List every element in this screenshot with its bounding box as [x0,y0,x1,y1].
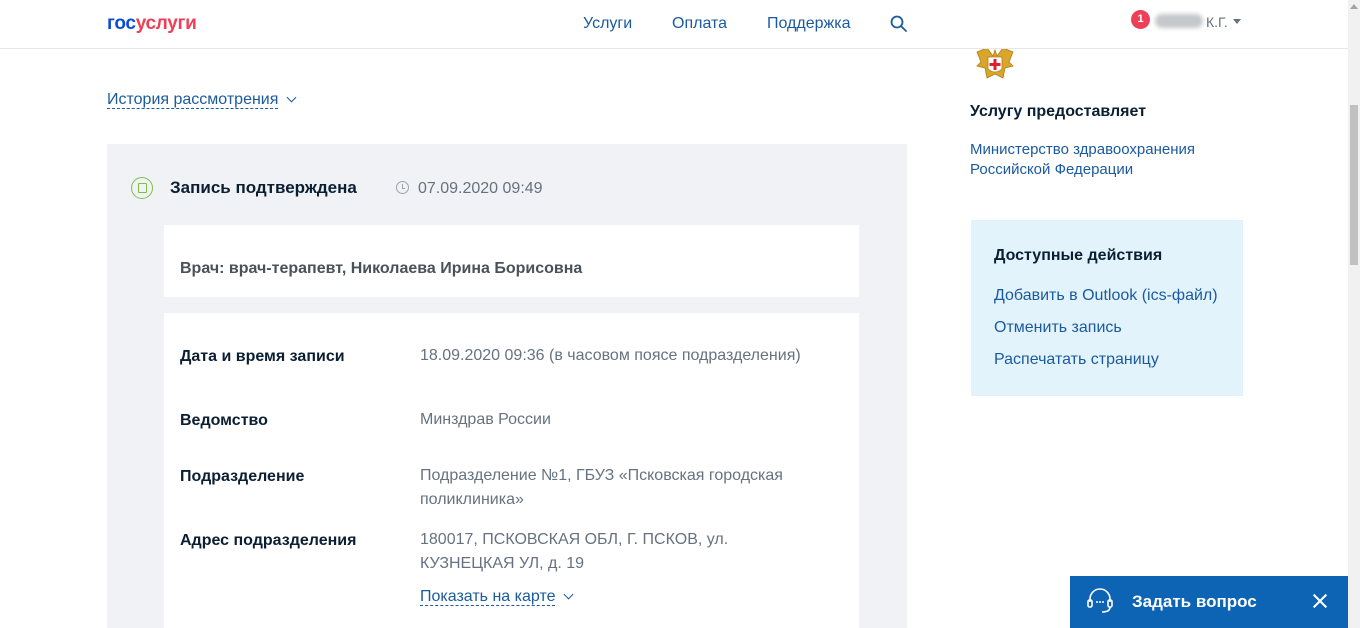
clock-icon [396,181,409,194]
provider-heading: Услугу предоставляет [970,103,1147,120]
detail-value-department: Минздрав России [420,411,551,428]
nav-support[interactable]: Поддержка [767,15,850,33]
site-header: госуслуги Услуги Оплата Поддержка 1 К.Г. [0,0,1348,49]
coat-of-arms-icon [976,47,1014,79]
print-page-link[interactable]: Распечатать страницу [994,351,1159,369]
user-initials[interactable]: К.Г. [1206,14,1228,30]
chevron-down-icon[interactable] [563,589,574,600]
detail-label-subdivision: Подразделение [180,468,305,485]
flag-circle-icon [131,177,153,199]
chevron-down-icon[interactable] [286,92,297,103]
details-card: Дата и время записи 18.09.2020 09:36 (в … [164,313,859,628]
actions-heading: Доступные действия [994,247,1163,264]
doctor-info: Врач: врач-терапевт, Николаева Ирина Бор… [180,260,583,277]
support-headset-icon [1087,588,1113,613]
page-scrollbar[interactable] [1348,0,1360,628]
provider-ministry-link[interactable]: Министерство здравоохранения Российской … [970,140,1230,180]
notification-badge[interactable]: 1 [1131,10,1150,29]
status-title: Запись подтверждена [170,178,357,197]
scroll-thumb[interactable] [1350,105,1358,265]
user-name-blurred [1155,14,1203,28]
detail-label-datetime: Дата и время записи [180,348,345,365]
nav-payment[interactable]: Оплата [672,15,727,33]
available-actions-box: Доступные действия Добавить в Outlook (i… [971,220,1243,396]
nav-services[interactable]: Услуги [583,15,632,33]
add-to-outlook-link[interactable]: Добавить в Outlook (ics-файл) [994,287,1218,305]
detail-label-department: Ведомство [180,412,268,429]
status-datetime: 07.09.2020 09:49 [418,180,543,197]
detail-label-address: Адрес подразделения [180,532,357,549]
logo-part-gos: гос [107,13,136,34]
detail-value-datetime: 18.09.2020 09:36 (в часовом поясе подраз… [420,347,801,364]
detail-value-subdivision: Подразделение №1, ГБУЗ «Псковская городс… [420,467,783,508]
doctor-card: Врач: врач-терапевт, Николаева Ирина Бор… [164,225,859,297]
detail-value-address: 180017, ПСКОВСКАЯ ОБЛ, Г. ПСКОВ, ул. КУЗ… [420,531,729,572]
ask-question-widget[interactable]: Задать вопрос [1070,576,1348,628]
gosuslugi-logo[interactable]: госуслуги [107,13,197,35]
show-on-map-link[interactable]: Показать на карте [420,588,556,606]
chevron-down-icon[interactable] [1233,19,1241,24]
close-icon[interactable] [1309,590,1331,612]
logo-part-uslugi: услуги [135,13,197,34]
search-icon[interactable] [889,14,909,34]
scroll-up-arrow-icon[interactable] [1350,4,1358,9]
ask-question-label: Задать вопрос [1132,592,1257,611]
history-link[interactable]: История рассмотрения [107,91,279,109]
cancel-appointment-link[interactable]: Отменить запись [994,319,1122,337]
